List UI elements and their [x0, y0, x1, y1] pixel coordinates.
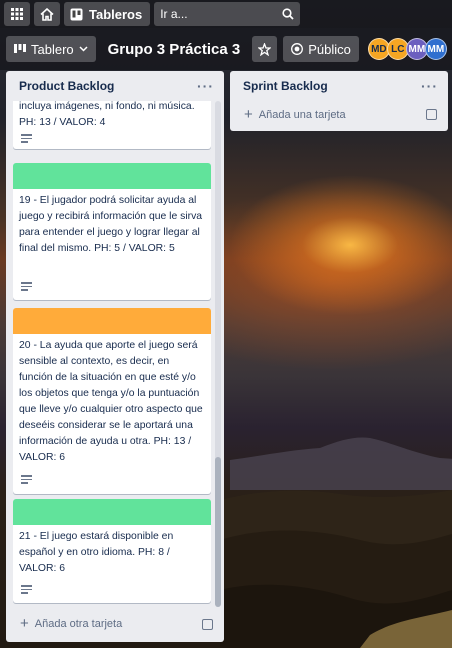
list-title[interactable]: Product Backlog — [19, 79, 114, 93]
card-title: 19 - El jugador podrá solicitar ayuda al… — [19, 195, 203, 254]
hills-silhouette — [220, 490, 452, 648]
search-input[interactable]: Ir a... — [154, 2, 301, 26]
card[interactable]: 21 - El juego estará disponible en españ… — [13, 499, 211, 603]
add-card-label: Añada una tarjeta — [258, 108, 346, 121]
plus-icon: + — [20, 615, 29, 632]
star-board-button[interactable] — [252, 36, 278, 62]
visibility-button[interactable]: Público — [283, 36, 359, 62]
search-icon — [282, 8, 294, 20]
description-icon — [21, 282, 32, 291]
board-header: Tablero Grupo 3 Práctica 3 Público MD LC… — [0, 28, 452, 70]
description-icon — [21, 134, 32, 143]
home-button[interactable] — [34, 2, 60, 26]
home-icon — [40, 7, 54, 21]
visibility-label: Público — [308, 41, 351, 57]
card[interactable]: 19 - El jugador podrá solicitar ayuda al… — [13, 163, 211, 300]
board-icon — [70, 8, 83, 20]
card-title: incluya imágenes, ni fondo, ni música. P… — [19, 101, 195, 128]
board-members: MD LC MM MM — [367, 38, 447, 60]
board-view-switcher[interactable]: Tablero — [6, 36, 96, 62]
list-menu-icon[interactable]: ··· — [421, 78, 438, 94]
board-view-icon — [14, 44, 26, 53]
card-container: incluya imágenes, ni fondo, ni música. P… — [13, 101, 211, 607]
apps-menu-button[interactable] — [4, 2, 30, 26]
list-sprint-backlog: Sprint Backlog ··· + Añada una tarjeta — [230, 71, 448, 131]
list-header: Sprint Backlog ··· — [230, 71, 448, 101]
description-icon — [21, 585, 32, 594]
board-view-label: Tablero — [31, 41, 74, 57]
plus-icon: + — [244, 106, 253, 123]
boards-button[interactable]: Tableros — [64, 2, 151, 26]
list-scrollbar[interactable] — [215, 101, 221, 607]
globe-icon — [291, 43, 304, 55]
list-product-backlog: Product Backlog ··· incluya imágenes, ni… — [6, 71, 224, 642]
grid-icon — [11, 8, 23, 20]
add-card-button[interactable]: + Añada una tarjeta — [244, 107, 346, 122]
card-template-icon[interactable] — [202, 619, 213, 630]
card-cover — [13, 163, 211, 189]
add-card-label: Añada otra tarjeta — [34, 617, 123, 630]
boards-label: Tableros — [89, 6, 143, 22]
list-title[interactable]: Sprint Backlog — [243, 79, 328, 93]
card[interactable]: incluya imágenes, ni fondo, ni música. P… — [13, 101, 211, 149]
card-title: 21 - El juego estará disponible en españ… — [19, 531, 174, 574]
top-navigation-bar: Tableros Ir a... — [0, 0, 452, 28]
card-title: 20 - La ayuda que aporte el juego será s… — [19, 340, 203, 463]
card-cover — [13, 308, 211, 334]
card[interactable]: 20 - La ayuda que aporte el juego será s… — [13, 308, 211, 494]
description-icon — [21, 475, 32, 484]
scrollbar-thumb[interactable] — [215, 457, 221, 607]
board-title[interactable]: Grupo 3 Práctica 3 — [102, 41, 247, 58]
avatar[interactable]: MM — [424, 38, 447, 60]
card-template-icon[interactable] — [426, 109, 437, 120]
search-placeholder: Ir a... — [160, 7, 188, 21]
chevron-down-icon — [79, 46, 88, 52]
list-header: Product Backlog ··· — [6, 71, 224, 101]
card-cover — [13, 499, 211, 525]
list-menu-icon[interactable]: ··· — [197, 78, 214, 94]
add-card-button[interactable]: + Añada otra tarjeta — [20, 616, 122, 631]
star-icon — [258, 42, 272, 56]
